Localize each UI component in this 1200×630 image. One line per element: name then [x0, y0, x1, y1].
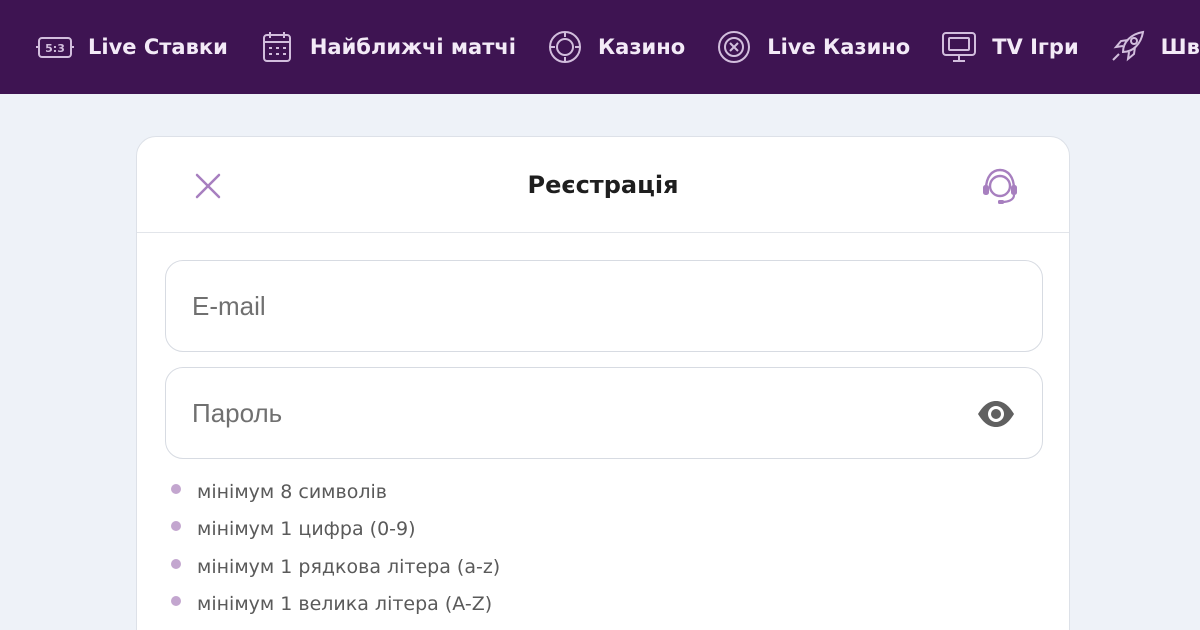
email-input[interactable]: [192, 261, 952, 351]
toggle-password-visibility-button[interactable]: [976, 398, 1016, 430]
email-field[interactable]: [165, 260, 1043, 352]
nav-item-label: Швидкі Ігри: [1160, 35, 1200, 59]
nav-item-tv-games[interactable]: TV Ігри: [940, 30, 1079, 64]
nav-item-label: Live Казино: [767, 35, 911, 59]
requirement-text: мінімум 1 велика літера (A-Z): [197, 593, 493, 616]
tv-icon: [942, 32, 977, 62]
support-headset-icon: [983, 168, 1017, 204]
nav-item-label: Казино: [598, 35, 686, 59]
bullet-dot: [171, 483, 181, 494]
requirement-text: мінімум 1 рядкова літера (a-z): [197, 555, 501, 578]
support-button[interactable]: [979, 165, 1021, 207]
bullet-dot: [171, 596, 181, 607]
scoreboard-icon: 5:3: [36, 37, 74, 58]
password-requirements-list: мінімум 8 символів мінімум 1 цифра (0-9)…: [171, 473, 500, 623]
modal-title: Реєстрація: [527, 170, 679, 199]
nav-item-quick-games[interactable]: Швидкі Ігри: [1109, 30, 1200, 64]
calendar-icon: [262, 32, 291, 62]
password-field[interactable]: [165, 367, 1043, 459]
password-requirement: мінімум 1 рядкова літера (a-z): [171, 548, 500, 586]
password-requirement: мінімум 1 велика літера (A-Z): [171, 586, 500, 624]
nav-item-label: Live Ставки: [88, 35, 228, 59]
registration-modal: Реєстрація мінімум 8 символів мі: [136, 136, 1070, 630]
rocket-icon: [1111, 30, 1144, 62]
password-requirement: мінімум 8 символів: [171, 473, 500, 511]
roulette-icon: [718, 31, 751, 63]
password-input[interactable]: [192, 368, 952, 458]
requirement-text: мінімум 1 цифра (0-9): [197, 518, 416, 541]
bullet-dot: [171, 558, 181, 569]
eye-icon: [978, 401, 1014, 427]
nav-item-live-bets[interactable]: 5:3 Live Ставки: [36, 30, 228, 64]
nav-item-upcoming-matches[interactable]: Найближчі матчі: [258, 30, 516, 64]
svg-text:5:3: 5:3: [45, 42, 65, 55]
nav-item-label: TV Ігри: [992, 35, 1079, 59]
top-navigation: 5:3 Live Ставки Найближчі матчі Казино L: [0, 0, 1200, 94]
password-requirement: мінімум 1 цифра (0-9): [171, 511, 500, 549]
close-icon: [195, 173, 221, 199]
nav-item-live-casino[interactable]: Live Казино: [715, 30, 910, 64]
close-button[interactable]: [193, 171, 223, 201]
nav-item-label: Найближчі матчі: [309, 35, 517, 59]
casino-chip-icon: [549, 31, 582, 63]
modal-header: Реєстрація: [137, 137, 1069, 233]
nav-item-casino[interactable]: Казино: [546, 30, 685, 64]
requirement-text: мінімум 8 символів: [197, 480, 387, 503]
bullet-dot: [171, 521, 181, 532]
